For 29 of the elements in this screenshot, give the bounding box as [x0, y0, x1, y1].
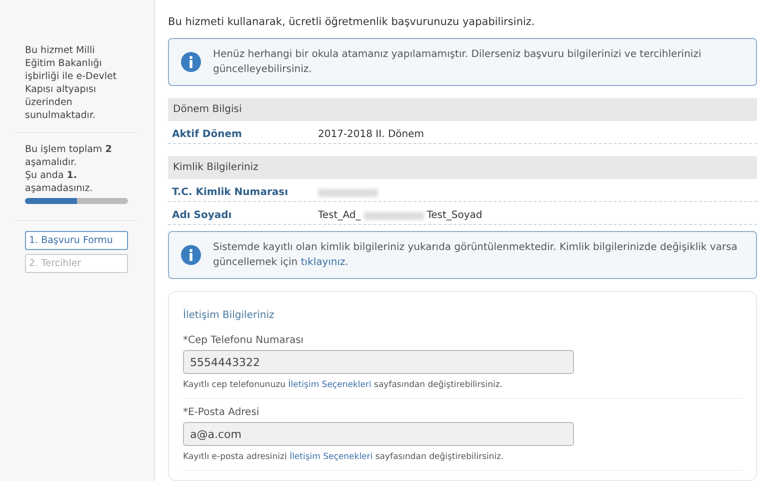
section-heading: Dönem Bilgisi [168, 98, 757, 121]
redacted-value [318, 188, 378, 196]
info-icon [181, 52, 201, 72]
current-step-text: Şu anda 1. aşamadasınız. [25, 169, 94, 195]
field-label: *Cep Telefonu Numarası [183, 335, 305, 346]
card-heading: İletişim Bilgileriniz [183, 310, 276, 321]
field-value: Test_Soyad [426, 210, 482, 221]
service-info: Bu hizmet Milli Eğitim Bakanlığı işbirliği ile e-Devlet Kapısı altyapısı üzerinden sunulmaktadır. [25, 44, 118, 122]
options-link[interactable]: İletişim Seçenekleri [288, 380, 372, 390]
input-field[interactable]: a@a.com [183, 422, 574, 446]
notice-text: Sistemde kayıtlı olan kimlik bilgileriniz yukarıda görüntülenmektedir. Kimlik bilgilerinizde değişiklik varsa güncellemek için tıklayınız. [213, 241, 738, 270]
progress-text: Bu işlem toplam 2 aşamalıdır. [25, 143, 113, 169]
help-text: Kayıtlı cep telefonunuzu İletişim Seçenekleri sayfasından değiştirebilirsiniz. [183, 380, 504, 390]
field-value: Test_Ad_ [318, 210, 361, 221]
options-link[interactable]: İletişim Seçenekleri [290, 452, 373, 462]
input-field[interactable]: 5554443322 [183, 350, 574, 374]
redacted-value [364, 212, 424, 220]
field-label: T.C. Kimlik Numarası [172, 187, 290, 198]
info-icon [181, 245, 201, 265]
section-heading: Kimlik Bilgileriniz [168, 156, 757, 179]
field-label: Aktif Dönem [172, 129, 243, 140]
field-label: Adı Soyadı [172, 210, 233, 221]
update-link[interactable]: tıklayınız. [300, 257, 348, 268]
field-value: 2017-2018 II. Dönem [318, 129, 424, 140]
notice-text: Henüz herhangi bir okula atamanız yapılamamıştır. Dilerseniz başvuru bilgilerinizi ve tercihlerinizi güncelleyebilirsiniz. [213, 48, 702, 77]
intro-text: Bu hizmeti kullanarak, ücretli öğretmenlik başvurunuzu yapabilirsiniz. [168, 16, 536, 28]
help-text: Kayıtlı e-posta adresinizi İletişim Seçenekleri sayfasından değiştirebilirsiniz. [183, 452, 505, 462]
step-tab[interactable]: 1. Başvuru Formu [25, 231, 128, 250]
field-label: *E-Posta Adresi [183, 407, 260, 418]
